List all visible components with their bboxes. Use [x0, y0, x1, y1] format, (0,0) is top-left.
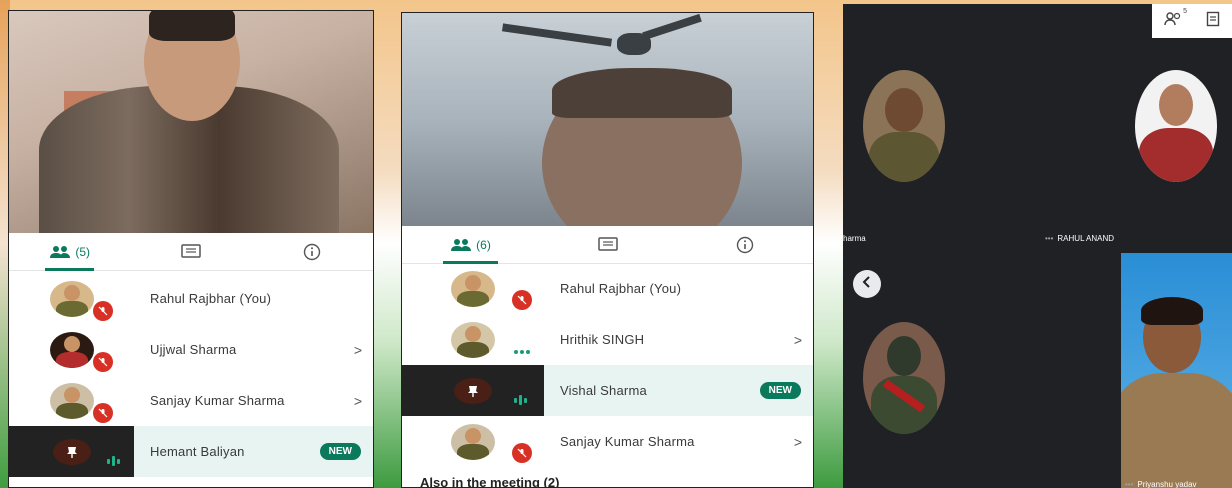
- list-item[interactable]: Vishal Sharma NEW: [402, 365, 813, 416]
- info-icon: [303, 243, 321, 261]
- participant-name: Sanjay Kumar Sharma: [560, 434, 695, 449]
- chevron-right-icon[interactable]: >: [783, 434, 813, 450]
- people-icon[interactable]: 5: [1164, 8, 1187, 32]
- participants-tabbar: (5): [9, 233, 373, 271]
- people-icon: [49, 245, 71, 259]
- person-hair: [149, 11, 235, 41]
- participant-tile-label: ••• Priyanshu yadav: [1125, 480, 1197, 488]
- list-item[interactable]: Rahul Rajbhar (You): [9, 273, 373, 324]
- pin-icon: [52, 438, 91, 465]
- top-toolbar: 5: [1152, 4, 1232, 38]
- participant-list: Rahul Rajbhar (You) Ujjwal Sharma > Sanj…: [9, 273, 373, 477]
- meeting-panel-right: 5 harma ••• RAHUL ANAND ••• Priyanshu yada…: [843, 4, 1232, 488]
- new-badge: NEW: [759, 382, 801, 399]
- more-dots-icon: [514, 350, 530, 354]
- ceiling-fan-hub: [617, 33, 651, 55]
- chevron-right-icon[interactable]: >: [343, 393, 373, 409]
- participant-name: Rahul Rajbhar (You): [150, 291, 272, 306]
- people-count: (5): [75, 244, 90, 259]
- participant-name: Sanjay Kumar Sharma: [150, 393, 285, 408]
- mic-off-icon: [93, 403, 113, 423]
- avatar: [49, 280, 94, 317]
- more-dots-icon: •••: [1045, 234, 1054, 243]
- avatar: [451, 270, 495, 307]
- person-hair: [552, 68, 732, 118]
- mic-off-icon: [93, 352, 113, 372]
- participant-name: Hrithik SINGH: [560, 332, 645, 347]
- avatar: [451, 321, 495, 358]
- avatar: [451, 423, 495, 460]
- participant-name: Hemant Baliyan: [150, 444, 245, 459]
- pin-icon: [454, 377, 492, 404]
- participant-tile-label: harma: [843, 234, 866, 243]
- chat-icon: [181, 243, 201, 260]
- list-item[interactable]: Rahul Rajbhar (You): [402, 263, 813, 314]
- participant-tile-label: ••• RAHUL ANAND: [1045, 234, 1115, 243]
- ceiling-fan-blade: [501, 23, 613, 47]
- video-feed: [9, 11, 373, 233]
- tab-people[interactable]: (5): [9, 233, 130, 271]
- list-item[interactable]: Sanjay Kumar Sharma >: [9, 375, 373, 426]
- people-count: 5: [1183, 7, 1187, 15]
- mic-off-icon: [93, 301, 113, 321]
- self-video-tile: ••• Priyanshu yadav: [1121, 253, 1232, 488]
- tab-info[interactable]: [252, 233, 373, 270]
- chevron-right-icon[interactable]: >: [783, 332, 813, 348]
- list-item[interactable]: Sanjay Kumar Sharma >: [402, 416, 813, 467]
- info-icon: [736, 236, 754, 254]
- tab-chat[interactable]: [130, 233, 251, 270]
- video-feed: [402, 13, 813, 226]
- participant-name: Ujjwal Sharma: [150, 342, 237, 357]
- people-count: (6): [476, 237, 491, 252]
- also-in-meeting-header: Also in the meeting (2): [420, 475, 560, 488]
- mic-off-icon: [512, 290, 532, 310]
- meeting-panel-middle: (6) Rahul Rajbhar (You) Hrithik SINGH > …: [401, 12, 814, 488]
- participant-tile-avatar: [863, 70, 945, 182]
- mic-off-icon: [512, 443, 532, 463]
- more-dots-icon: •••: [1125, 480, 1134, 488]
- tab-info[interactable]: [676, 226, 813, 263]
- avatar: [49, 331, 94, 368]
- tab-people[interactable]: (6): [402, 226, 539, 264]
- people-icon: [450, 238, 472, 252]
- participant-name: Vishal Sharma: [560, 383, 647, 398]
- audio-level-icon: [514, 395, 527, 405]
- participant-list: Rahul Rajbhar (You) Hrithik SINGH > Vish…: [402, 263, 813, 467]
- avatar: [49, 382, 94, 419]
- new-badge: NEW: [319, 443, 361, 460]
- list-item[interactable]: Hemant Baliyan NEW: [9, 426, 373, 477]
- chat-icon[interactable]: [1206, 11, 1220, 32]
- participants-tabbar: (6): [402, 226, 813, 264]
- list-item[interactable]: Hrithik SINGH >: [402, 314, 813, 365]
- audio-level-icon: [107, 456, 120, 466]
- list-item[interactable]: Ujjwal Sharma >: [9, 324, 373, 375]
- participant-name: Rahul Rajbhar (You): [560, 281, 682, 296]
- ceiling-fan-blade: [642, 13, 702, 41]
- chevron-left-icon: [862, 275, 872, 293]
- chat-icon: [597, 236, 618, 253]
- chevron-right-icon[interactable]: >: [343, 342, 373, 358]
- meeting-panel-left: (5) Rahul Rajbhar (You) Ujjwal Sharma > …: [8, 10, 374, 488]
- back-arrow-button[interactable]: [853, 270, 881, 298]
- tab-chat[interactable]: [539, 226, 676, 263]
- participant-tile-avatar: [863, 322, 945, 434]
- participant-tile-avatar: [1135, 70, 1217, 182]
